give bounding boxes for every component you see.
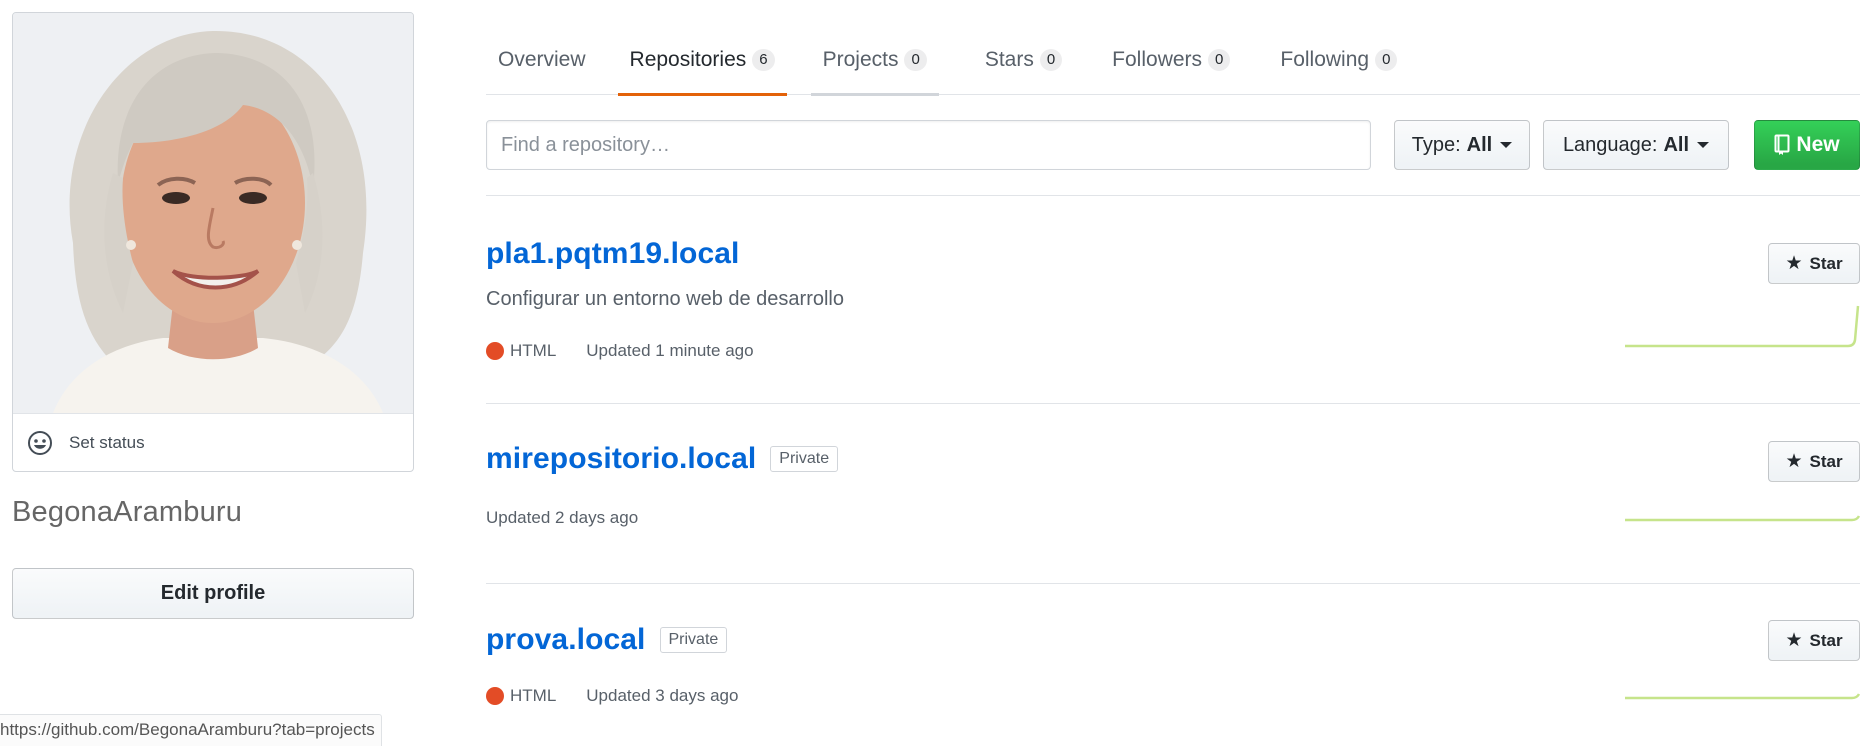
activity-sparkline [1625, 693, 1860, 700]
star-button[interactable]: ★ Star [1768, 620, 1860, 661]
star-button-label: Star [1809, 451, 1843, 471]
language-filter-label: Language: [1562, 133, 1658, 156]
new-button-label: New [1796, 133, 1840, 156]
private-badge: Private [770, 446, 839, 472]
browser-status-url: https://github.com/BegonaAramburu?tab=pr… [0, 714, 382, 746]
tab-following[interactable]: Following 0 [1268, 24, 1409, 95]
avatar-photo [13, 13, 413, 413]
star-button-label: Star [1809, 253, 1843, 273]
repo-description: Configurar un entorno web de desarrollo [486, 288, 844, 310]
language-color-dot [486, 687, 504, 705]
star-icon: ★ [1785, 253, 1803, 274]
tab-count: 0 [1375, 48, 1398, 71]
activity-sparkline [1625, 305, 1860, 348]
repo-name-link[interactable]: pla1.pqtm19.local [486, 237, 739, 271]
type-filter-select[interactable]: Type: All [1394, 120, 1530, 170]
tab-repositories[interactable]: Repositories 6 [617, 24, 787, 96]
smiley-icon [28, 430, 52, 455]
tab-projects[interactable]: Projects 0 [810, 24, 940, 96]
repo-name-link[interactable]: prova.local [486, 623, 646, 657]
profile-username: BegonaAramburu [12, 496, 243, 528]
tab-label: Stars [984, 47, 1034, 71]
caret-down-icon [1500, 142, 1513, 148]
new-repository-button[interactable]: New [1754, 120, 1860, 170]
star-icon: ★ [1785, 630, 1803, 651]
tab-count: 6 [752, 48, 775, 71]
tab-count: 0 [1039, 48, 1063, 71]
profile-avatar-card: Set status [12, 12, 414, 472]
repo-updated: Updated 1 minute ago [586, 341, 754, 360]
star-button-label: Star [1809, 630, 1843, 650]
set-status-label: Set status [69, 432, 145, 452]
tab-overview[interactable]: Overview [486, 24, 618, 95]
repo-name-link[interactable]: mirepositorio.local [486, 442, 756, 476]
tab-stars[interactable]: Stars 0 [973, 24, 1074, 95]
tab-label: Overview [498, 47, 586, 71]
edit-profile-button[interactable]: Edit profile [12, 568, 414, 619]
language-color-dot [486, 342, 504, 360]
repo-language: HTML [510, 686, 557, 705]
tab-label: Followers [1112, 47, 1203, 71]
activity-sparkline [1625, 515, 1860, 522]
language-filter-select[interactable]: Language: All [1543, 120, 1729, 170]
star-button[interactable]: ★ Star [1768, 441, 1860, 482]
find-repository-input[interactable] [486, 120, 1371, 170]
avatar[interactable] [13, 13, 413, 413]
tab-label: Following [1280, 47, 1370, 71]
repo-list-item: pla1.pqtm19.local Configurar un entorno … [486, 197, 1860, 404]
set-status-button[interactable]: Set status [13, 413, 413, 471]
star-icon: ★ [1785, 451, 1803, 472]
star-button[interactable]: ★ Star [1768, 243, 1860, 284]
type-filter-value: All [1466, 133, 1493, 156]
caret-down-icon [1697, 142, 1710, 148]
repo-list-item: mirepositorio.local Private Updated 2 da… [486, 404, 1860, 584]
profile-tabs: Overview Repositories 6 Projects 0 Stars… [486, 24, 1860, 96]
tab-followers[interactable]: Followers 0 [1100, 24, 1242, 95]
private-badge: Private [659, 627, 728, 653]
tab-label: Repositories [629, 47, 747, 71]
tab-label: Projects [822, 47, 899, 71]
type-filter-label: Type: [1411, 133, 1461, 156]
repo-list-item: prova.local Private HTML Updated 3 days … [486, 584, 1860, 746]
repo-language: HTML [510, 341, 557, 360]
repo-updated: Updated 2 days ago [486, 508, 639, 527]
repo-icon [1774, 134, 1790, 155]
repo-filter-bar: Type: All Language: All New [486, 120, 1860, 196]
language-filter-value: All [1663, 133, 1690, 156]
tab-count: 0 [904, 48, 927, 71]
repo-updated: Updated 3 days ago [586, 686, 739, 705]
tab-count: 0 [1208, 48, 1231, 71]
